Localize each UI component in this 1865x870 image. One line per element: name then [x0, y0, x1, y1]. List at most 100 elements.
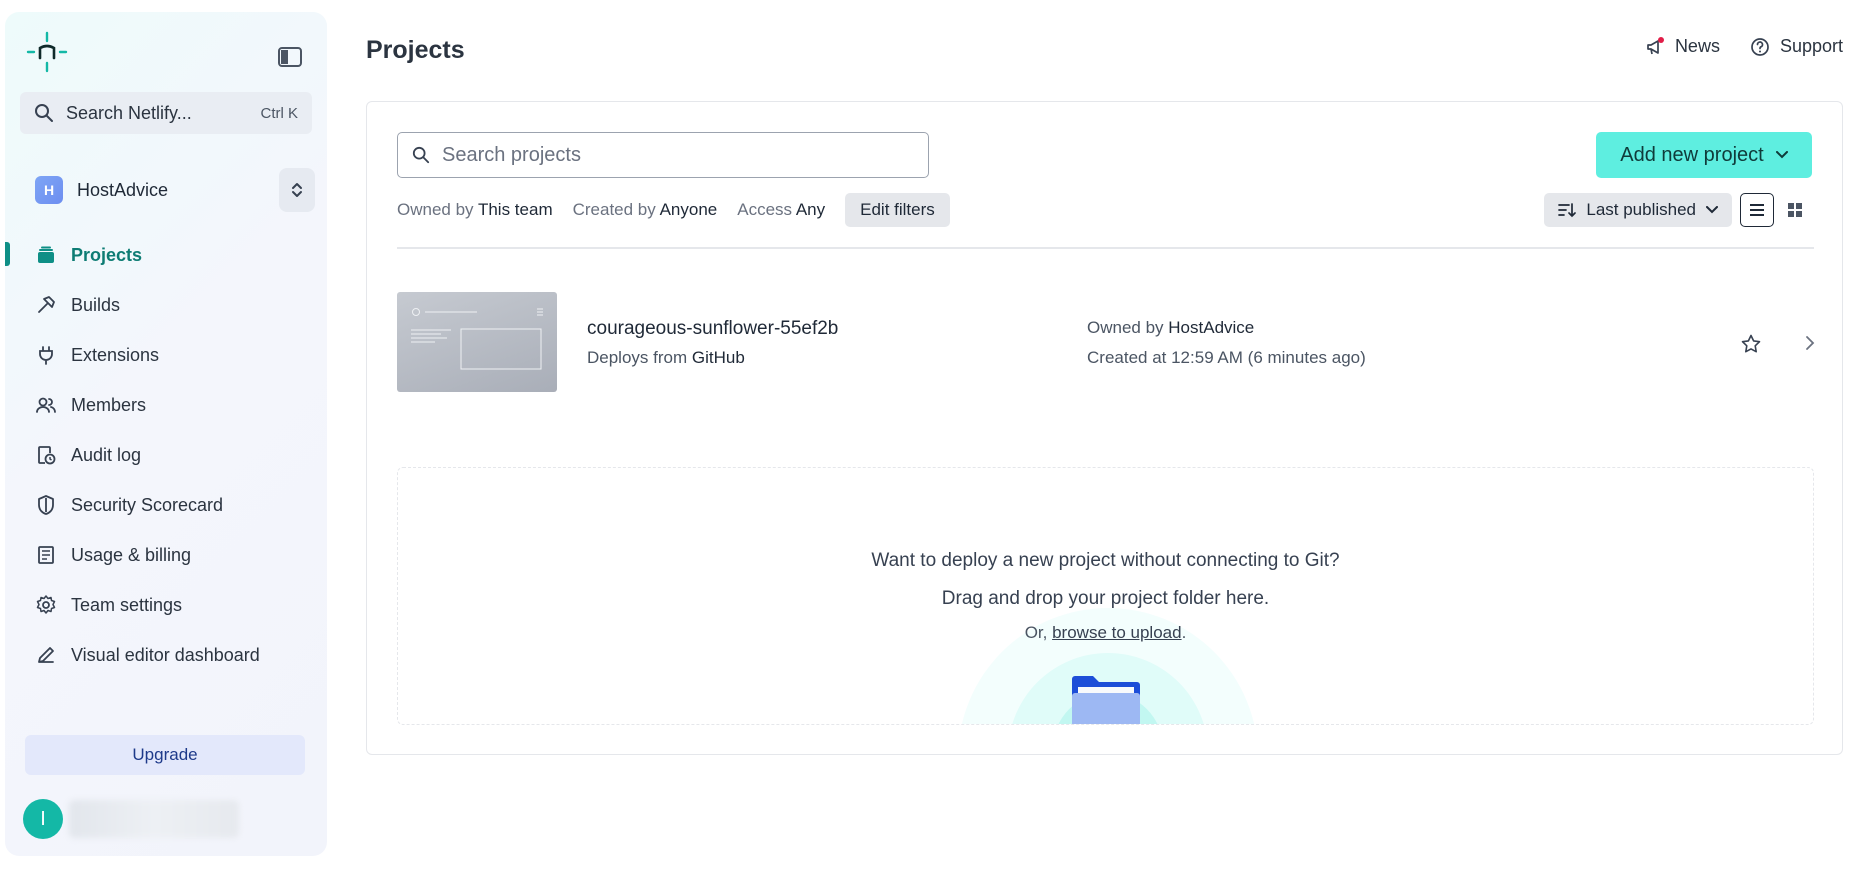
filter-access-prefix: Access — [737, 200, 793, 219]
sidebar-item-usage-billing[interactable]: Usage & billing — [5, 530, 327, 580]
audit-log-icon — [38, 446, 56, 465]
add-new-project-button[interactable]: Add new project — [1596, 132, 1812, 178]
grid-icon — [1788, 203, 1802, 217]
filter-created-prefix: Created by — [572, 200, 656, 219]
sidebar-item-label: Visual editor dashboard — [71, 644, 260, 665]
team-switch-button[interactable] — [279, 168, 315, 212]
news-link[interactable]: News — [1645, 36, 1720, 57]
filter-access[interactable]: Access Any — [737, 200, 825, 220]
sidebar-item-label: Members — [71, 394, 147, 415]
top-links: News Support — [1645, 36, 1843, 57]
project-owner: Owned by HostAdvice — [1087, 318, 1254, 338]
search-icon — [412, 146, 430, 164]
project-name[interactable]: courageous-sunflower-55ef2b — [587, 318, 838, 340]
sidebar-item-label: Usage & billing — [71, 544, 192, 565]
view-toggle — [1740, 193, 1812, 227]
filter-owned-by[interactable]: Owned by This team — [397, 200, 553, 220]
project-deploy-source: Deploys from GitHub — [587, 348, 745, 368]
upgrade-button[interactable]: Upgrade — [25, 735, 305, 775]
deploys-prefix: Deploys from — [587, 348, 688, 367]
help-circle-icon — [1751, 37, 1769, 56]
dropzone-alt-suffix: . — [1181, 623, 1187, 642]
sidebar-item-label: Extensions — [71, 344, 160, 365]
dropzone-alt-prefix: Or, — [1024, 623, 1053, 642]
filter-owned-value: This team — [477, 200, 553, 219]
sidebar-item-label: Builds — [71, 294, 121, 315]
shield-icon — [38, 495, 54, 515]
sidebar-item-members[interactable]: Members — [5, 380, 327, 430]
filter-bar: Owned by This team Created by Anyone Acc… — [397, 193, 950, 227]
members-icon — [36, 397, 56, 413]
news-label: News — [1674, 36, 1720, 56]
chevron-right-icon[interactable] — [1802, 334, 1818, 352]
user-menu[interactable]: I — [23, 799, 239, 839]
deploy-dropzone[interactable]: Want to deploy a new project without con… — [397, 467, 1814, 725]
search-shortcut: Ctrl K — [260, 104, 299, 122]
list-view-button[interactable] — [1740, 193, 1774, 227]
user-avatar: I — [23, 799, 63, 839]
dropzone-instructions: Drag and drop your project folder here. — [941, 588, 1270, 609]
global-search-label: Search Netlify... — [66, 102, 192, 123]
team-switcher[interactable]: H HostAdvice — [25, 168, 315, 212]
sidebar-item-audit-log[interactable]: Audit log — [5, 430, 327, 480]
browse-to-upload-link[interactable]: browse to upload — [1052, 623, 1181, 642]
team-avatar: H — [35, 176, 63, 204]
sidebar-item-label: Audit log — [71, 444, 142, 465]
projects-panel: Add new project Owned by This team Creat… — [366, 101, 1843, 755]
sort-dropdown[interactable]: Last published — [1544, 193, 1732, 227]
layers-icon — [38, 246, 54, 263]
filter-created-by[interactable]: Created by Anyone — [573, 200, 718, 220]
filter-access-value: Any — [795, 200, 826, 219]
owner-name: HostAdvice — [1168, 318, 1255, 337]
filter-created-value: Anyone — [659, 200, 718, 219]
sidebar-item-label: Security Scorecard — [71, 494, 224, 515]
page-title: Projects — [366, 36, 465, 64]
sidebar-nav: Projects Builds Extensions Members Audit… — [5, 230, 327, 680]
gear-icon — [36, 595, 56, 614]
sidebar-item-team-settings[interactable]: Team settings — [5, 580, 327, 630]
sort-icon — [1558, 203, 1577, 218]
chevron-up-down-icon — [292, 183, 302, 197]
sidebar-item-extensions[interactable]: Extensions — [5, 330, 327, 380]
dropzone-heading: Want to deploy a new project without con… — [871, 550, 1340, 571]
hammer-icon — [38, 296, 55, 313]
user-name-redacted — [69, 800, 239, 838]
dropzone-alt-text: Or, browse to upload. — [398, 623, 1813, 643]
filter-owned-prefix: Owned by — [397, 200, 474, 219]
sidebar-item-security-scorecard[interactable]: Security Scorecard — [5, 480, 327, 530]
edit-filters-button[interactable]: Edit filters — [845, 193, 950, 227]
sidebar-item-label: Team settings — [71, 594, 183, 615]
plug-icon — [39, 346, 53, 365]
sidebar-item-label: Projects — [71, 244, 143, 265]
chevron-down-icon — [1706, 206, 1718, 214]
sidebar-item-visual-editor[interactable]: Visual editor dashboard — [5, 630, 327, 680]
sidebar-item-builds[interactable]: Builds — [5, 280, 327, 330]
pencil-icon — [38, 647, 54, 663]
global-search[interactable]: Search Netlify... Ctrl K — [20, 92, 312, 134]
grid-view-button[interactable] — [1778, 193, 1812, 227]
project-row[interactable]: courageous-sunflower-55ef2b Deploys from… — [397, 292, 1815, 392]
divider — [397, 247, 1814, 249]
add-new-project-label: Add new project — [1620, 143, 1764, 166]
sidebar-item-projects[interactable]: Projects — [5, 230, 327, 280]
sort-label: Last published — [1586, 200, 1696, 219]
deploys-source: GitHub — [691, 348, 745, 367]
receipt-icon — [38, 546, 54, 564]
project-thumbnail — [397, 292, 557, 392]
team-name: HostAdvice — [77, 179, 169, 200]
sidebar: Search Netlify... Ctrl K H HostAdvice Pr… — [5, 12, 327, 856]
project-search[interactable] — [397, 132, 929, 178]
folder-icon — [1072, 676, 1140, 724]
support-label: Support — [1779, 36, 1843, 56]
megaphone-icon — [1647, 36, 1664, 54]
support-link[interactable]: Support — [1750, 36, 1843, 57]
project-created-at: Created at 12:59 AM (6 minutes ago) — [1087, 348, 1366, 367]
sidebar-collapse-icon[interactable] — [277, 46, 303, 68]
list-icon — [1750, 204, 1764, 216]
owner-prefix: Owned by — [1087, 318, 1164, 337]
netlify-logo[interactable] — [25, 30, 69, 74]
chevron-down-icon — [1775, 151, 1788, 159]
star-icon[interactable] — [1740, 333, 1762, 355]
project-search-input[interactable] — [442, 143, 902, 167]
search-icon — [35, 104, 53, 122]
